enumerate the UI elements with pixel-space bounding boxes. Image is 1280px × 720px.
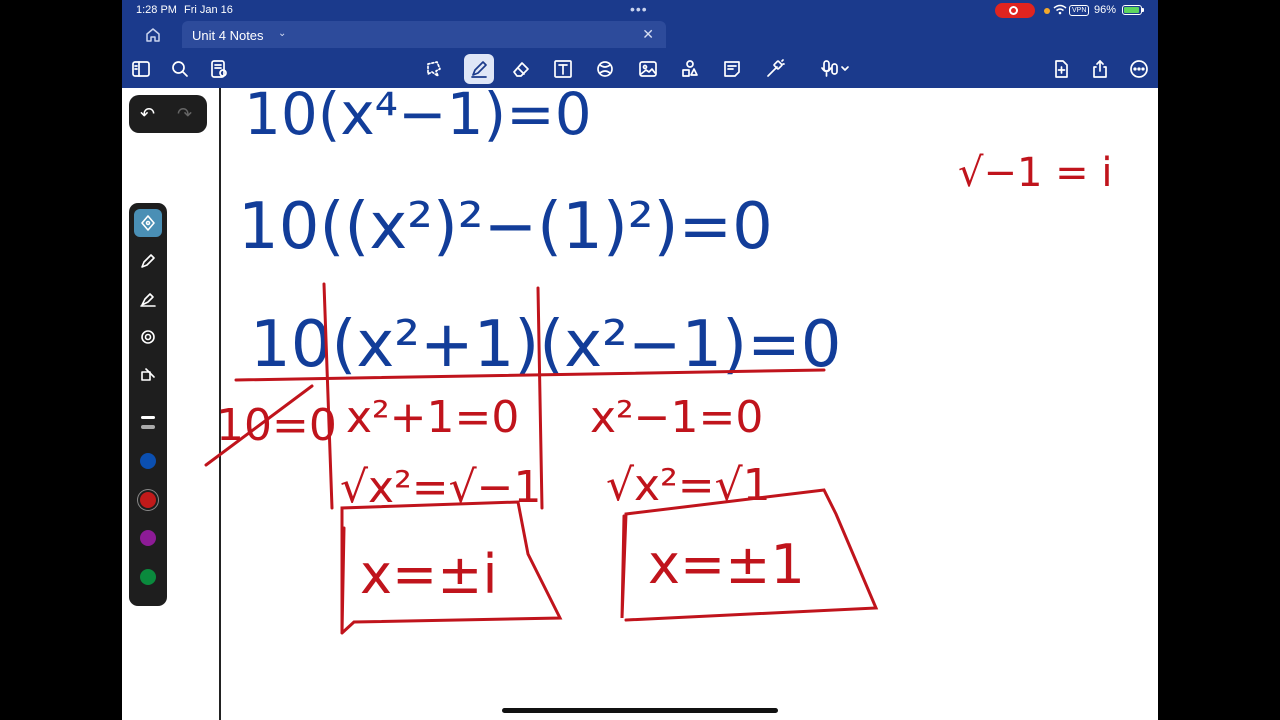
redo-icon[interactable]: ↷ [177, 104, 192, 125]
vpn-badge: VPN [1069, 5, 1090, 16]
screen-recording-icon[interactable] [995, 3, 1035, 18]
shapes-icon[interactable] [592, 56, 618, 82]
search-icon[interactable] [167, 56, 193, 82]
battery-fill [1124, 7, 1140, 13]
shape-pen-icon[interactable] [134, 361, 162, 389]
add-page-icon[interactable] [1048, 56, 1074, 82]
undo-redo-pill: ↶ ↷ [129, 95, 207, 133]
note-col-3a: x²−1=0 [590, 392, 763, 443]
fountain-pen-icon[interactable] [134, 209, 162, 237]
color-swatch-red[interactable] [140, 492, 156, 508]
pen-settings-icon[interactable] [134, 323, 162, 351]
ipad-screen: 1:28 PM Fri Jan 16 ••• VPN 96% Unit 4 No… [122, 0, 1158, 720]
elements-icon[interactable] [677, 56, 703, 82]
battery-percent: 96% [1094, 4, 1117, 16]
note-col-2a: x²+1=0 [346, 392, 519, 443]
ballpoint-pen-icon[interactable] [134, 247, 162, 275]
home-icon[interactable] [144, 26, 162, 44]
app-header: 1:28 PM Fri Jan 16 ••• VPN 96% Unit 4 No… [122, 0, 1158, 88]
note-line-2: 10((x²)²−(1)²)=0 [238, 190, 773, 264]
audio-icon[interactable] [814, 56, 856, 82]
note-col-2b: √x²=√−1 [340, 462, 541, 513]
image-icon[interactable] [635, 56, 661, 82]
pen-tool-rail [129, 203, 167, 606]
brush-pen-icon[interactable] [134, 285, 162, 313]
home-indicator[interactable] [502, 708, 778, 713]
color-swatch-purple[interactable] [140, 530, 156, 546]
mic-indicator-icon [1044, 8, 1050, 14]
status-bar: 1:28 PM Fri Jan 16 ••• VPN 96% [122, 0, 1158, 22]
share-icon[interactable] [1087, 56, 1113, 82]
color-swatch-blue[interactable] [140, 453, 156, 469]
sidebar-icon[interactable] [128, 56, 154, 82]
status-date: Fri Jan 16 [184, 4, 233, 16]
undo-icon[interactable]: ↶ [140, 104, 155, 125]
thickness-thick[interactable] [141, 425, 155, 429]
note-side: √−1 = i [958, 150, 1113, 196]
note-col-3c: x=±1 [648, 533, 805, 596]
text-icon[interactable] [550, 56, 576, 82]
note-col-3b: √x²=√1 [606, 460, 771, 511]
lasso-icon[interactable] [421, 56, 447, 82]
color-swatch-green[interactable] [140, 569, 156, 585]
laser-icon[interactable] [762, 56, 788, 82]
page-options-icon[interactable] [206, 56, 232, 82]
pen-icon[interactable] [464, 54, 494, 84]
thickness-thin[interactable] [141, 416, 155, 419]
note-canvas[interactable]: 10(x⁴−1)=0 10((x²)²−(1)²)=0 10(x²+1)(x²−… [122, 88, 1158, 720]
note-line-1: 10(x⁴−1)=0 [244, 88, 592, 148]
multitask-dots[interactable]: ••• [630, 1, 648, 17]
tab-title: Unit 4 Notes [192, 28, 264, 43]
more-icon[interactable] [1126, 56, 1152, 82]
eraser-icon[interactable] [508, 56, 534, 82]
handwriting-layer: 10(x⁴−1)=0 10((x²)²−(1)²)=0 10(x²+1)(x²−… [204, 88, 1113, 635]
note-col-1: 10=0 [216, 400, 337, 451]
wifi-icon [1053, 4, 1067, 18]
note-col-2c: x=±i [360, 543, 497, 606]
close-icon[interactable]: ✕ [642, 26, 654, 43]
chevron-down-icon[interactable]: ⌄ [278, 28, 286, 39]
status-time: 1:28 PM [136, 4, 177, 16]
toolbar [122, 50, 1158, 88]
sticky-note-icon[interactable] [719, 56, 745, 82]
tab-unit-4-notes[interactable]: Unit 4 Notes ⌄ ✕ [182, 21, 666, 48]
battery-icon [1122, 5, 1144, 15]
